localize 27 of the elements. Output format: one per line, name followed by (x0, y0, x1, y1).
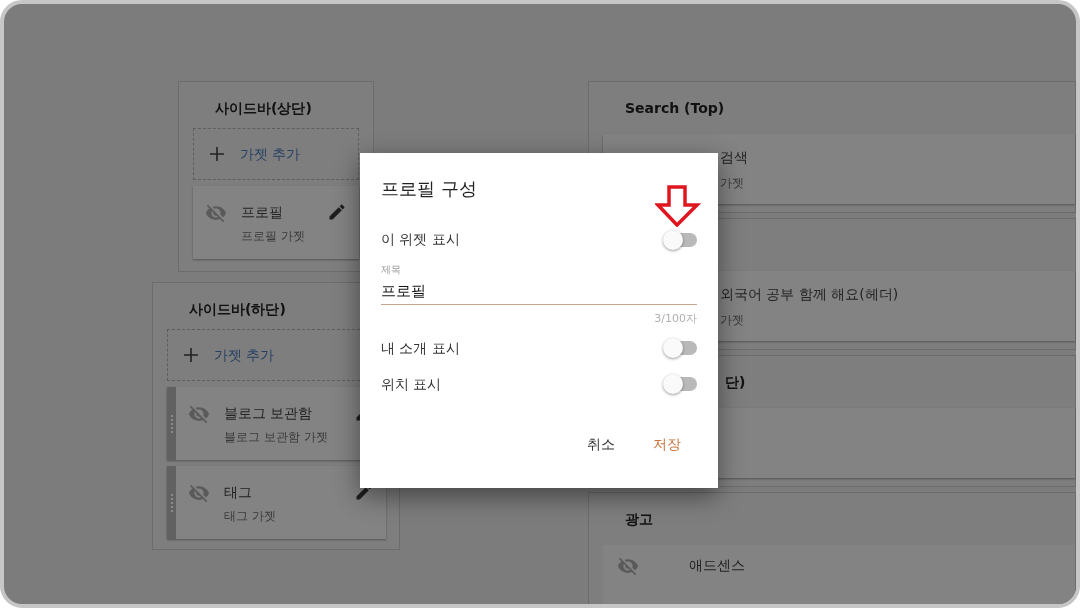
panel-title: 단) (725, 372, 746, 392)
save-button[interactable]: 저장 (641, 427, 693, 461)
gadget-name: 프로필 (241, 203, 284, 222)
gadget-name: 검색 (720, 147, 749, 167)
cancel-button[interactable]: 취소 (575, 427, 627, 461)
gadget-card[interactable]: 애드센스 (603, 545, 1075, 604)
dialog-title: 프로필 구성 (381, 177, 477, 201)
gadget-card[interactable]: 태그 태그 가젯 (167, 466, 386, 539)
gadget-name: 애드센스 (689, 556, 745, 575)
gadget-name: 블로그 보관함 (224, 404, 314, 423)
panel-title: 사이드바(하단) (188, 300, 287, 319)
panel-title: Search (Top) (625, 98, 725, 118)
field-label: 제목 (381, 263, 402, 277)
gadget-subtitle: 가젯 (720, 174, 745, 192)
panel-title: 광고 (625, 509, 653, 529)
gadget-subtitle: 가젯 (720, 311, 745, 329)
gadget-name: 외국어 공부 함께 해요(헤더) (720, 284, 900, 304)
add-gadget-button[interactable]: 가젯 추가 (193, 128, 359, 180)
toggle-label: 이 위젯 표시 (381, 230, 460, 249)
character-counter: 3/100자 (654, 311, 697, 327)
gadget-subtitle: 태그 가젯 (224, 508, 277, 525)
gadget-name: 태그 (224, 483, 253, 502)
gadget-subtitle: 블로그 보관함 가젯 (224, 429, 329, 446)
gadget-subtitle: 프로필 가젯 (241, 228, 306, 245)
panel-title: 사이드바(상단) (214, 99, 313, 118)
gadget-card[interactable]: 프로필 프로필 가젯 (193, 186, 359, 259)
title-field[interactable]: 프로필 (381, 279, 697, 305)
